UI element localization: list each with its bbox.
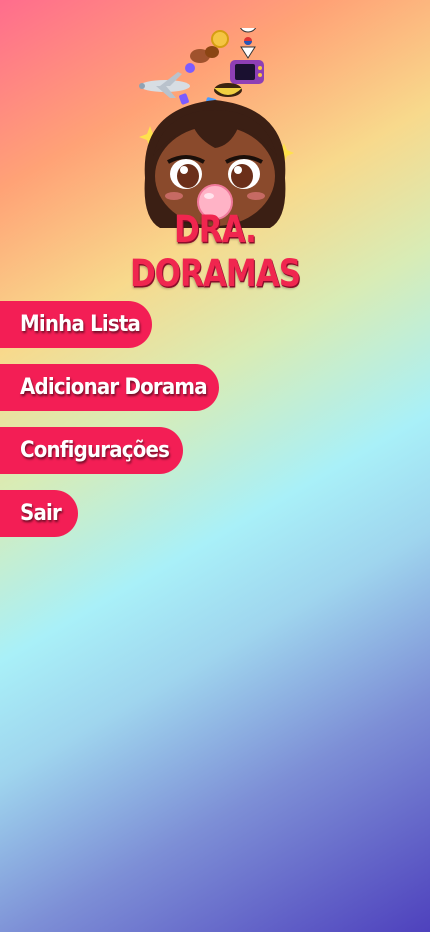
main-menu: Minha Lista Adicionar Dorama Configuraçõ… [0, 301, 219, 553]
logo-text: DRA. DORAMAS [129, 208, 301, 296]
logo-decoration-icons [139, 28, 264, 107]
app-logo: DRA. DORAMAS [120, 28, 310, 296]
adicionar-dorama-button[interactable]: Adicionar Dorama [0, 364, 219, 411]
configuracoes-button[interactable]: Configurações [0, 427, 183, 474]
minha-lista-button[interactable]: Minha Lista [0, 301, 152, 348]
sair-button[interactable]: Sair [0, 490, 78, 537]
